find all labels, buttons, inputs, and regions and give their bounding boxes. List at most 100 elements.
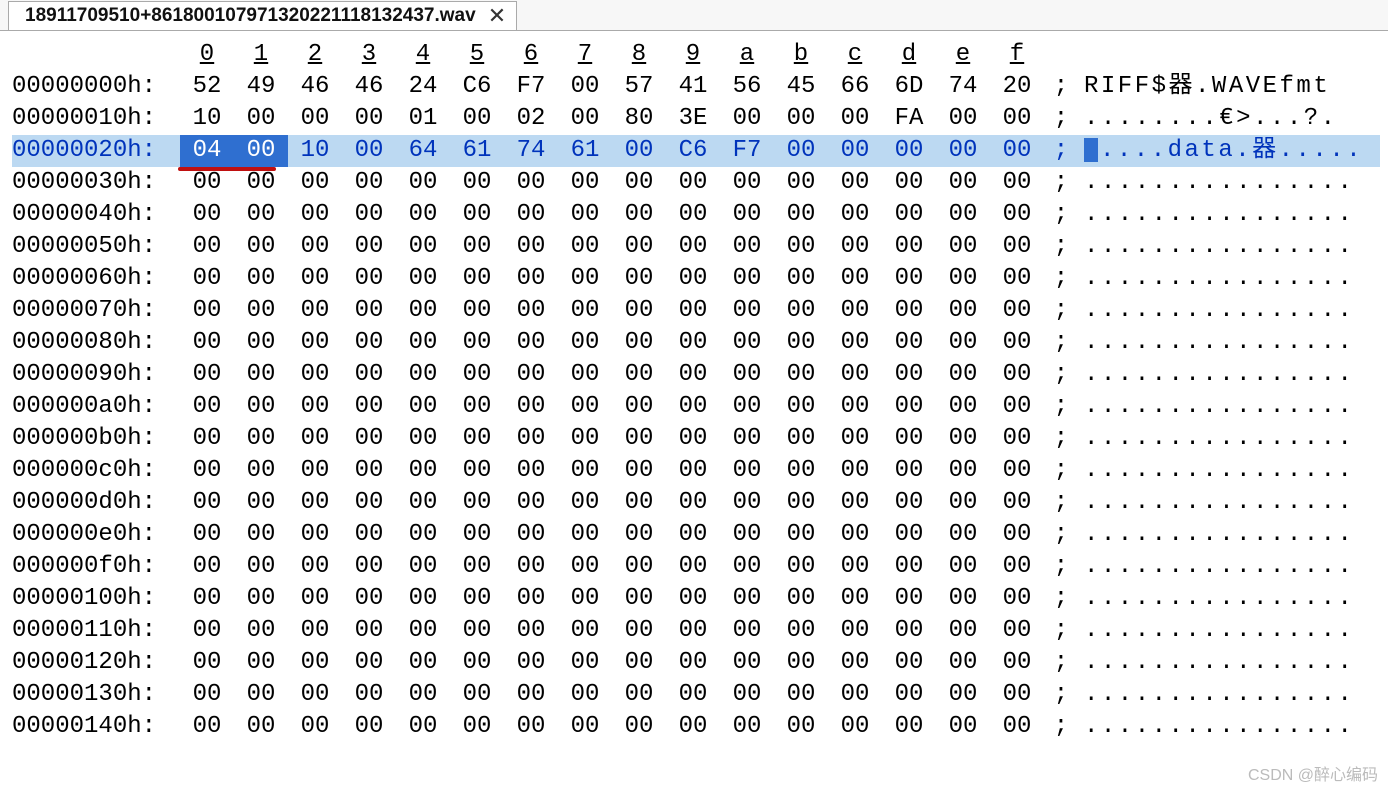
hex-cell[interactable]: 00	[990, 263, 1044, 295]
hex-cell[interactable]: 00	[612, 711, 666, 743]
hex-cell[interactable]: 00	[612, 679, 666, 711]
hex-cell[interactable]: 00	[450, 167, 504, 199]
hex-cell[interactable]: 00	[342, 135, 396, 167]
hex-cell[interactable]: 00	[288, 391, 342, 423]
hex-cell[interactable]: 00	[234, 487, 288, 519]
hex-cell[interactable]: 00	[396, 615, 450, 647]
hex-cell[interactable]: 00	[936, 583, 990, 615]
ascii-cell[interactable]: ................	[1078, 391, 1380, 423]
hex-cell[interactable]: 00	[234, 327, 288, 359]
hex-row[interactable]: 000000e0h:000000000000000000000000000000…	[12, 519, 1380, 551]
hex-cell[interactable]: 00	[990, 199, 1044, 231]
hex-cell[interactable]: 00	[720, 519, 774, 551]
hex-cell[interactable]: 00	[990, 487, 1044, 519]
hex-cell[interactable]: 00	[504, 167, 558, 199]
hex-cell[interactable]: 00	[828, 295, 882, 327]
hex-cell[interactable]: 00	[234, 423, 288, 455]
hex-cell[interactable]: 00	[720, 711, 774, 743]
hex-cell[interactable]: 00	[666, 167, 720, 199]
hex-cell[interactable]: 00	[828, 263, 882, 295]
file-tab[interactable]: 18911709510+8618001079713202211181324​37…	[8, 1, 517, 30]
hex-cell[interactable]: 00	[936, 327, 990, 359]
hex-cell[interactable]: 00	[990, 231, 1044, 263]
hex-cell[interactable]: 00	[450, 231, 504, 263]
hex-cell[interactable]: 00	[504, 231, 558, 263]
hex-row[interactable]: 000000d0h:000000000000000000000000000000…	[12, 487, 1380, 519]
hex-cell[interactable]: 00	[288, 423, 342, 455]
hex-cell[interactable]: 00	[882, 487, 936, 519]
hex-cell[interactable]: 00	[558, 487, 612, 519]
hex-cell[interactable]: 00	[396, 199, 450, 231]
hex-cell[interactable]: 3E	[666, 103, 720, 135]
hex-cell[interactable]: 00	[882, 647, 936, 679]
hex-cell[interactable]: 00	[774, 231, 828, 263]
hex-cell[interactable]: 00	[558, 519, 612, 551]
hex-cell[interactable]: 64	[396, 135, 450, 167]
hex-cell[interactable]: 00	[666, 679, 720, 711]
hex-cell[interactable]: 00	[720, 679, 774, 711]
hex-cell[interactable]: 46	[288, 71, 342, 103]
hex-cell[interactable]: 00	[288, 551, 342, 583]
hex-cell[interactable]: 57	[612, 71, 666, 103]
hex-cell[interactable]: 00	[180, 487, 234, 519]
hex-cell[interactable]: 00	[936, 135, 990, 167]
hex-cell[interactable]: 00	[180, 551, 234, 583]
hex-cell[interactable]: F7	[720, 135, 774, 167]
hex-cell[interactable]: 00	[180, 583, 234, 615]
hex-row[interactable]: 00000010h:1000000001000200803E000000FA00…	[12, 103, 1380, 135]
hex-cell[interactable]: 00	[450, 391, 504, 423]
hex-cell[interactable]: 00	[396, 359, 450, 391]
hex-cell[interactable]: 00	[234, 679, 288, 711]
hex-cell[interactable]: 00	[504, 199, 558, 231]
hex-cell[interactable]: 00	[504, 679, 558, 711]
hex-cell[interactable]: 00	[882, 455, 936, 487]
hex-cell[interactable]: 00	[180, 391, 234, 423]
close-icon[interactable]: ✕	[488, 3, 506, 29]
hex-cell[interactable]: 00	[504, 615, 558, 647]
hex-cell[interactable]: 00	[882, 615, 936, 647]
hex-cell[interactable]: 00	[396, 423, 450, 455]
hex-cell[interactable]: 00	[180, 295, 234, 327]
hex-cell[interactable]: 00	[450, 615, 504, 647]
hex-cell[interactable]: 00	[828, 167, 882, 199]
ascii-cell[interactable]: RIFF$器.WAVEfmt	[1078, 71, 1380, 103]
hex-cell[interactable]: 00	[990, 167, 1044, 199]
hex-cell[interactable]: 00	[990, 519, 1044, 551]
hex-cell[interactable]: 00	[936, 103, 990, 135]
hex-cell[interactable]: 00	[990, 359, 1044, 391]
hex-cell[interactable]: 00	[666, 359, 720, 391]
hex-row[interactable]: 000000b0h:000000000000000000000000000000…	[12, 423, 1380, 455]
hex-cell[interactable]: 00	[666, 391, 720, 423]
hex-cell[interactable]: 41	[666, 71, 720, 103]
hex-cell[interactable]: 00	[720, 199, 774, 231]
hex-row[interactable]: 00000030h:000000000000000000000000000000…	[12, 167, 1380, 199]
hex-row[interactable]: 00000080h:000000000000000000000000000000…	[12, 327, 1380, 359]
hex-cell[interactable]: 66	[828, 71, 882, 103]
hex-cell[interactable]: 00	[396, 231, 450, 263]
hex-cell[interactable]: 00	[612, 135, 666, 167]
hex-cell[interactable]: 00	[612, 167, 666, 199]
hex-row[interactable]: 00000120h:000000000000000000000000000000…	[12, 647, 1380, 679]
hex-cell[interactable]: 00	[180, 711, 234, 743]
hex-cell[interactable]: 00	[828, 135, 882, 167]
hex-cell[interactable]: 00	[180, 423, 234, 455]
hex-cell[interactable]: 00	[342, 423, 396, 455]
hex-cell[interactable]: 00	[828, 487, 882, 519]
hex-row[interactable]: 00000130h:000000000000000000000000000000…	[12, 679, 1380, 711]
ascii-cell[interactable]: ................	[1078, 167, 1380, 199]
hex-cell[interactable]: 00	[180, 327, 234, 359]
hex-cell[interactable]: 00	[936, 423, 990, 455]
hex-cell[interactable]: 00	[558, 583, 612, 615]
hex-cell[interactable]: 00	[558, 167, 612, 199]
hex-cell[interactable]: 00	[288, 583, 342, 615]
hex-cell[interactable]: 00	[558, 423, 612, 455]
hex-cell[interactable]: 00	[180, 679, 234, 711]
hex-row[interactable]: 00000050h:000000000000000000000000000000…	[12, 231, 1380, 263]
hex-cell[interactable]: 00	[612, 519, 666, 551]
hex-cell[interactable]: 00	[396, 487, 450, 519]
hex-cell[interactable]: F7	[504, 71, 558, 103]
hex-cell[interactable]: 00	[342, 231, 396, 263]
hex-cell[interactable]: 00	[396, 583, 450, 615]
hex-cell[interactable]: 00	[774, 103, 828, 135]
hex-cell[interactable]: 00	[720, 391, 774, 423]
